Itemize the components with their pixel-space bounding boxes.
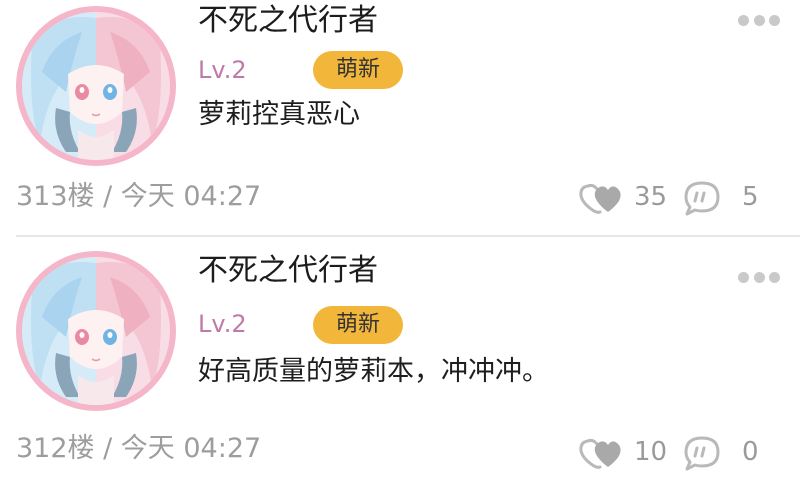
comment-item: 不死之代行者 Lv.2 萌新 好高质量的萝莉本，冲冲冲。 312楼 / 今天 0… [0,243,800,479]
comment-bubble-icon[interactable] [682,434,722,472]
like-count: 35 [634,182,668,212]
username[interactable]: 不死之代行者 [198,253,378,289]
comment-text: 好高质量的萝莉本，冲冲冲。 [198,356,549,387]
comment-item: 不死之代行者 Lv.2 萌新 萝莉控真恶心 313楼 / 今天 04:27 35… [0,0,800,237]
like-count: 10 [634,437,668,467]
avatar[interactable] [16,251,176,411]
reply-count: 0 [742,437,759,467]
heart-like-icon[interactable] [578,178,622,216]
avatar[interactable] [16,6,176,166]
username[interactable]: 不死之代行者 [198,3,378,39]
user-level: Lv.2 [198,56,247,84]
heart-like-icon[interactable] [578,433,622,471]
more-dots-icon[interactable] [738,270,780,284]
user-level: Lv.2 [198,310,247,338]
comment-actions: 10 0 [578,433,778,471]
reply-count: 5 [742,182,759,212]
floor-and-time: 312楼 / 今天 04:27 [16,433,262,464]
floor-and-time: 313楼 / 今天 04:27 [16,181,262,212]
comment-text: 萝莉控真恶心 [198,99,360,130]
more-dots-icon[interactable] [738,13,780,27]
comment-bubble-icon[interactable] [682,179,722,217]
comment-actions: 35 5 [578,178,778,216]
user-badge: 萌新 [313,306,403,344]
divider [16,235,800,237]
user-badge: 萌新 [313,51,403,89]
